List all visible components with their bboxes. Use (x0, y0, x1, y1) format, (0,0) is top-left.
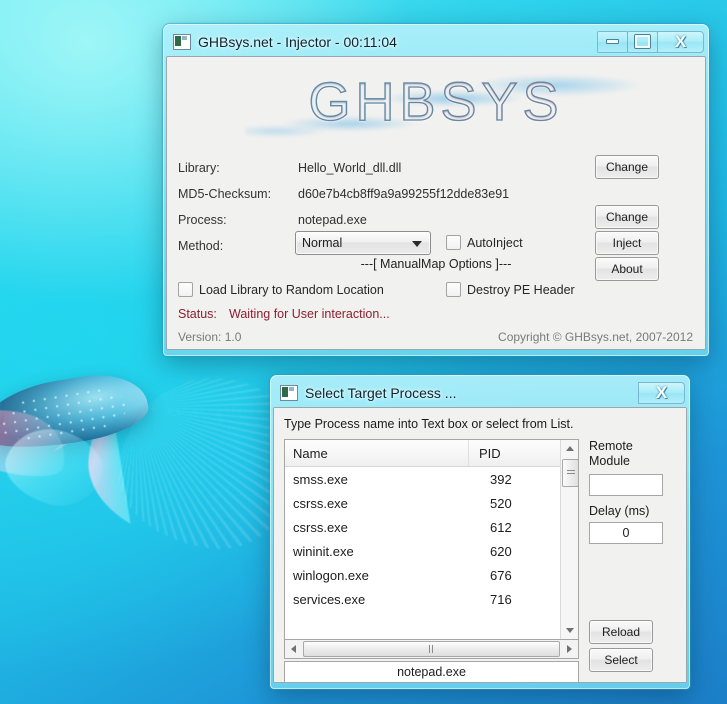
method-selected-value: Normal (302, 236, 343, 250)
table-row[interactable]: services.exe 716 (285, 587, 578, 611)
window-controls: X (597, 30, 704, 53)
process-name: services.exe (293, 591, 366, 607)
inject-button[interactable]: Inject (595, 231, 659, 255)
desktop-background: GHBsys.net - Injector - 00:11:04 X GHBSY… (0, 0, 727, 704)
process-value: notepad.exe (298, 213, 367, 227)
scroll-right-button[interactable] (561, 640, 578, 658)
status-value: Waiting for User interaction... (229, 307, 390, 321)
process-label: Process: (178, 213, 227, 227)
injector-window[interactable]: GHBsys.net - Injector - 00:11:04 X GHBSY… (163, 24, 709, 356)
dialog-window-controls: X (638, 381, 685, 404)
minimize-button[interactable] (597, 30, 628, 53)
select-target-process-dialog[interactable]: Select Target Process ... X Type Process… (270, 375, 690, 689)
process-list[interactable]: Name PID smss.exe 392 csrss.exe 520 csrs… (284, 439, 579, 640)
table-row[interactable]: smss.exe 392 (285, 467, 578, 491)
method-label: Method: (178, 239, 224, 253)
process-name: smss.exe (293, 471, 348, 487)
random-location-checkbox[interactable]: Load Library to Random Location (178, 282, 384, 297)
autoinject-label: AutoInject (467, 235, 523, 250)
process-list-header: Name PID (285, 440, 578, 467)
app-icon (280, 384, 298, 401)
change-process-button[interactable]: Change (595, 205, 659, 229)
betta-fish-wallpaper (0, 295, 314, 648)
random-location-label: Load Library to Random Location (199, 282, 384, 297)
table-row[interactable]: wininit.exe 620 (285, 539, 578, 563)
grip-icon (566, 470, 575, 476)
minimize-icon (606, 39, 619, 44)
autoinject-checkbox[interactable]: AutoInject (446, 235, 523, 250)
process-name: csrss.exe (293, 519, 348, 535)
select-button[interactable]: Select (589, 648, 653, 672)
process-name: winlogon.exe (293, 567, 369, 583)
scroll-left-button[interactable] (285, 640, 302, 658)
destroy-pe-label: Destroy PE Header (467, 282, 575, 297)
status-label: Status: (178, 307, 217, 321)
table-row[interactable]: csrss.exe 520 (285, 491, 578, 515)
dialog-client-area: Type Process name into Text box or selec… (273, 407, 687, 683)
horizontal-scroll-thumb[interactable] (303, 641, 560, 657)
chevron-down-icon (565, 628, 574, 633)
close-icon: X (674, 32, 687, 51)
process-name: csrss.exe (293, 495, 348, 511)
app-icon (173, 33, 191, 50)
chevron-left-icon (291, 645, 296, 653)
injector-client-area: GHBSYS Library: Hello_World_dll.dll MD5-… (166, 56, 706, 350)
dialog-close-button[interactable]: X (638, 381, 685, 404)
about-button[interactable]: About (595, 257, 659, 281)
copyright-label: Copyright © GHBsys.net, 2007-2012 (498, 330, 693, 344)
library-value: Hello_World_dll.dll (298, 161, 402, 175)
md5-value: d60e7b4cb8ff9a9a99255f12dde83e91 (298, 187, 510, 201)
destroy-pe-checkbox[interactable]: Destroy PE Header (446, 282, 575, 297)
chevron-down-icon (412, 241, 422, 247)
vertical-scroll-thumb[interactable] (562, 459, 578, 487)
destroy-pe-checkbox-box[interactable] (446, 282, 461, 297)
reload-button[interactable]: Reload (589, 620, 653, 644)
change-library-button[interactable]: Change (595, 155, 659, 179)
maximize-icon (635, 35, 650, 48)
md5-label: MD5-Checksum: (178, 187, 272, 201)
maximize-button[interactable] (627, 30, 658, 53)
injector-titlebar[interactable]: GHBsys.net - Injector - 00:11:04 X (166, 27, 706, 56)
injector-title: GHBsys.net - Injector - 00:11:04 (198, 33, 397, 50)
method-dropdown[interactable]: Normal (295, 231, 431, 255)
dialog-titlebar[interactable]: Select Target Process ... X (273, 378, 687, 407)
remote-module-input[interactable] (589, 474, 663, 496)
version-label: Version: 1.0 (178, 330, 242, 344)
grip-icon (428, 645, 435, 653)
delay-input[interactable]: 0 (589, 522, 663, 544)
close-button[interactable]: X (657, 30, 704, 53)
list-vertical-scrollbar[interactable] (560, 440, 578, 639)
table-row[interactable]: csrss.exe 612 (285, 515, 578, 539)
close-icon: X (655, 383, 668, 402)
delay-label: Delay (ms) (589, 504, 650, 518)
remote-module-label-line2: Module (589, 454, 630, 468)
list-horizontal-scrollbar[interactable] (284, 639, 579, 659)
chevron-right-icon (567, 645, 572, 653)
random-location-checkbox-box[interactable] (178, 282, 193, 297)
process-name: wininit.exe (293, 543, 354, 559)
column-header-name[interactable]: Name (285, 446, 468, 461)
remote-module-label-line1: Remote (589, 439, 633, 453)
dialog-hint-text: Type Process name into Text box or selec… (284, 417, 574, 431)
dialog-title: Select Target Process ... (305, 384, 457, 401)
scroll-down-button[interactable] (561, 622, 578, 639)
ghbsys-logo: GHBSYS (167, 65, 705, 143)
chevron-up-icon (565, 446, 574, 451)
scroll-up-button[interactable] (561, 440, 578, 457)
process-name-input[interactable]: notepad.exe (284, 661, 579, 682)
logo-text: GHBSYS (167, 71, 705, 133)
library-label: Library: (178, 161, 220, 175)
autoinject-checkbox-box[interactable] (446, 235, 461, 250)
table-row[interactable]: winlogon.exe 676 (285, 563, 578, 587)
